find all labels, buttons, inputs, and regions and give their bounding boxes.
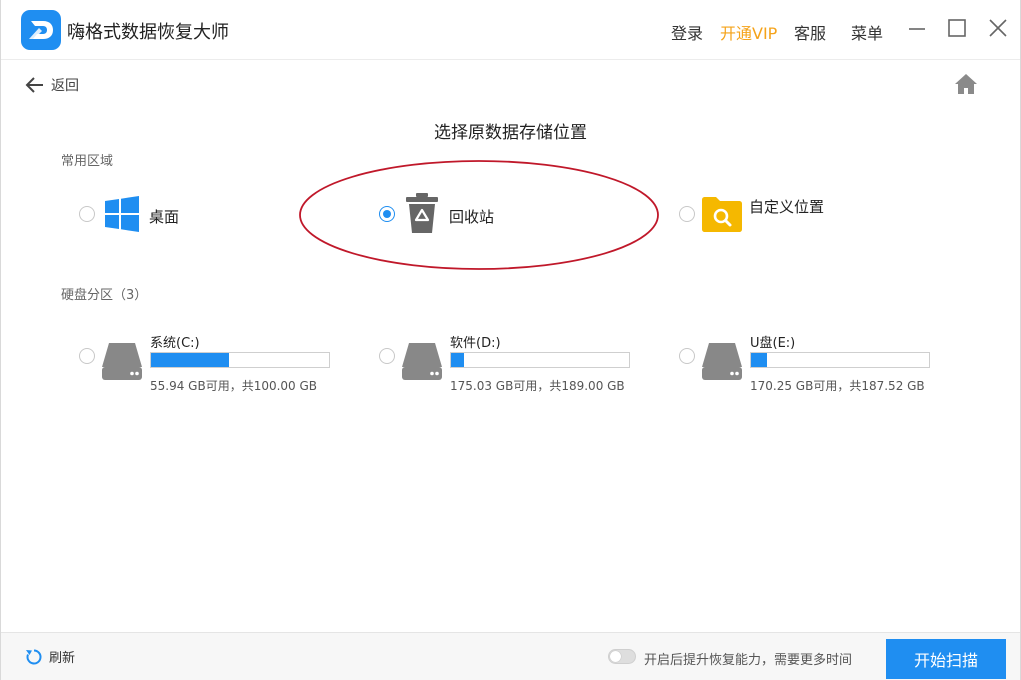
home-icon[interactable] <box>954 73 978 95</box>
title-bar: 嗨格式数据恢复大师 登录 开通VIP 客服 菜单 <box>1 0 1020 60</box>
hard-disk-icon <box>402 343 442 380</box>
app-title: 嗨格式数据恢复大师 <box>67 22 229 43</box>
drive-d-usage-fill <box>451 353 465 367</box>
recycle-bin-radio[interactable] <box>379 206 395 222</box>
toggle-knob <box>610 651 621 662</box>
drive-d-name: 软件(D:) <box>450 336 501 351</box>
service-link[interactable]: 客服 <box>794 20 826 44</box>
footer-bar: 刷新 开启后提升恢复能力，需要更多时间 开始扫描 <box>1 632 1020 680</box>
option-custom-location[interactable]: 自定义位置 <box>679 192 879 236</box>
menu-link[interactable]: 菜单 <box>851 20 883 44</box>
page-title: 选择原数据存储位置 <box>434 123 587 143</box>
refresh-button[interactable]: 刷新 <box>25 647 75 666</box>
back-label: 返回 <box>51 78 79 94</box>
custom-location-label: 自定义位置 <box>749 198 825 216</box>
drive-c[interactable]: 系统(C:) 55.94 GB可用，共100.00 GB <box>79 324 379 394</box>
drive-e-radio[interactable] <box>679 348 695 364</box>
start-scan-button[interactable]: 开始扫描 <box>886 639 1006 679</box>
recycle-bin-icon <box>406 193 438 233</box>
refresh-icon <box>26 649 42 664</box>
desktop-label: 桌面 <box>149 208 180 226</box>
drive-c-usage-bar <box>150 352 330 368</box>
drive-c-info: 55.94 GB可用，共100.00 GB <box>150 379 318 393</box>
drive-c-radio[interactable] <box>79 348 95 364</box>
folder-search-icon <box>702 197 742 232</box>
drive-d-usage-bar <box>450 352 630 368</box>
drive-e[interactable]: U盘(E:) 170.25 GB可用，共187.52 GB <box>679 324 979 394</box>
drive-d[interactable]: 软件(D:) 175.03 GB可用，共189.00 GB <box>379 324 679 394</box>
option-recycle-bin[interactable]: 回收站 <box>379 192 539 236</box>
partitions-label: 硬盘分区（3） <box>61 288 148 303</box>
arrow-left-icon <box>25 77 43 93</box>
app-logo-icon <box>21 10 61 50</box>
close-icon[interactable] <box>986 16 1010 40</box>
drive-e-usage-bar <box>750 352 930 368</box>
drive-c-usage-fill <box>151 353 230 367</box>
hard-disk-icon <box>102 343 142 380</box>
drive-d-info: 175.03 GB可用，共189.00 GB <box>450 379 625 393</box>
back-button[interactable]: 返回 <box>25 74 79 96</box>
deep-scan-toggle-label: 开启后提升恢复能力，需要更多时间 <box>644 653 853 668</box>
recycle-bin-label: 回收站 <box>449 208 495 226</box>
desktop-radio[interactable] <box>79 206 95 222</box>
drive-d-radio[interactable] <box>379 348 395 364</box>
drive-e-usage-fill <box>751 353 768 367</box>
common-area-label: 常用区域 <box>61 154 114 169</box>
vip-link[interactable]: 开通VIP <box>720 20 777 44</box>
minimize-icon[interactable] <box>905 16 929 40</box>
maximize-icon[interactable] <box>945 16 969 40</box>
option-desktop[interactable]: 桌面 <box>79 194 239 238</box>
custom-location-radio[interactable] <box>679 206 695 222</box>
drive-e-info: 170.25 GB可用，共187.52 GB <box>750 379 925 393</box>
login-link[interactable]: 登录 <box>671 20 703 44</box>
deep-scan-toggle[interactable] <box>608 649 636 664</box>
drive-c-name: 系统(C:) <box>150 336 200 351</box>
drive-e-name: U盘(E:) <box>750 336 796 351</box>
refresh-label: 刷新 <box>49 651 76 666</box>
hard-disk-icon <box>702 343 742 380</box>
windows-icon <box>105 196 139 232</box>
